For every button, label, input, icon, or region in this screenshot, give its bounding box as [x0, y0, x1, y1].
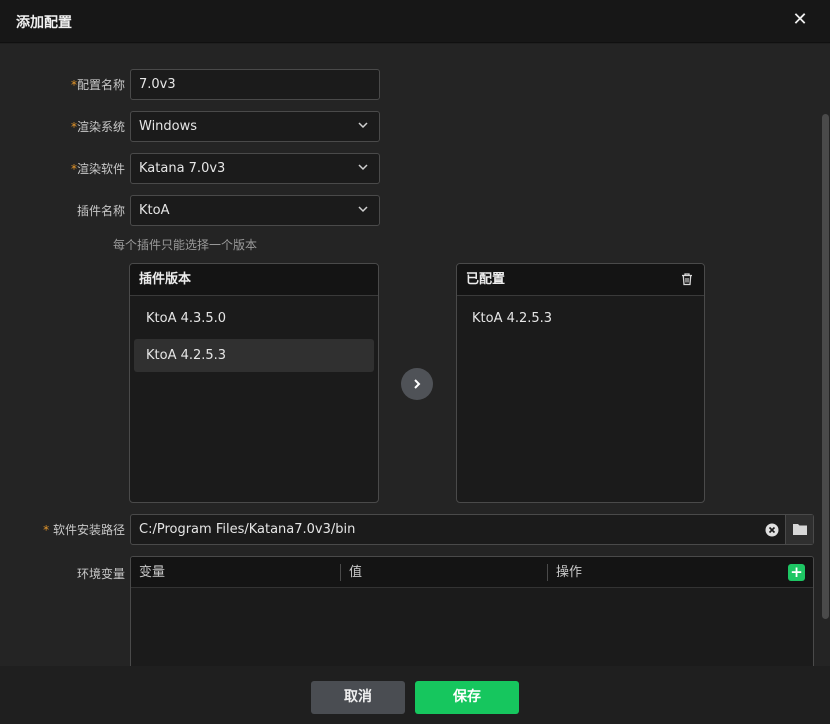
install-path-label: * 软件安装路径: [43, 523, 125, 537]
plugin-name-value: KtoA: [139, 203, 170, 218]
column-header-actions: 操作: [556, 565, 583, 580]
env-vars-table: 变量 值 操作 +: [130, 556, 814, 666]
env-vars-header: 变量 值 操作 +: [131, 557, 813, 588]
cancel-button[interactable]: 取消: [311, 681, 405, 714]
plugin-hint: 每个插件只能选择一个版本: [113, 238, 258, 252]
dialog-titlebar: 添加配置 ✕: [0, 0, 830, 43]
render-software-label: *渲染软件: [70, 162, 125, 176]
configured-title: 已配置: [457, 264, 704, 296]
plugin-versions-title: 插件版本: [130, 264, 378, 296]
add-env-var-button[interactable]: +: [788, 564, 805, 581]
chevron-down-icon: [358, 206, 368, 213]
column-divider: [340, 564, 341, 581]
dialog-footer: 取消 保存: [0, 666, 830, 724]
render-system-select[interactable]: Windows: [130, 111, 380, 142]
config-name-label: *配置名称: [70, 78, 125, 92]
folder-icon: [793, 524, 807, 535]
browse-folder-button[interactable]: [785, 515, 813, 544]
render-system-label: *渲染系统: [70, 120, 125, 134]
column-divider: [547, 564, 548, 581]
column-header-variable: 变量: [139, 565, 166, 580]
plugin-name-select[interactable]: KtoA: [130, 195, 380, 226]
plugin-versions-panel: 插件版本 KtoA 4.3.5.0 KtoA 4.2.5.3: [129, 263, 379, 503]
chevron-down-icon: [358, 122, 368, 129]
env-vars-label: 环境变量: [76, 567, 125, 581]
install-path-field[interactable]: C:/Program Files/Katana7.0v3/bin: [130, 514, 814, 545]
close-icon[interactable]: ✕: [790, 10, 810, 30]
column-header-value: 值: [349, 565, 363, 580]
dialog-title: 添加配置: [16, 15, 72, 31]
render-system-value: Windows: [139, 119, 198, 134]
render-software-value: Katana 7.0v3: [139, 161, 226, 176]
configured-item[interactable]: KtoA 4.2.5.3: [460, 302, 700, 335]
trash-icon[interactable]: [680, 272, 694, 286]
save-button[interactable]: 保存: [415, 681, 519, 714]
plugin-name-label: 插件名称: [76, 204, 125, 218]
dialog-body[interactable]: *配置名称 *渲染系统 Windows *渲染软件 Katana 7.0v3 插…: [0, 44, 830, 666]
scrollbar[interactable]: [822, 114, 829, 619]
transfer-right-button[interactable]: [401, 368, 433, 400]
plugin-version-item[interactable]: KtoA 4.3.5.0: [134, 302, 374, 335]
clear-icon[interactable]: [765, 523, 779, 537]
config-name-field[interactable]: [130, 69, 380, 100]
install-path-value: C:/Program Files/Katana7.0v3/bin: [139, 522, 356, 537]
chevron-right-icon: [414, 379, 421, 389]
chevron-down-icon: [358, 164, 368, 171]
render-software-select[interactable]: Katana 7.0v3: [130, 153, 380, 184]
plugin-version-item-selected[interactable]: KtoA 4.2.5.3: [134, 339, 374, 372]
configured-panel: 已配置 KtoA 4.2.5.3: [456, 263, 705, 503]
required-marker: *: [43, 523, 53, 537]
config-name-input[interactable]: [139, 70, 379, 99]
configured-title-text: 已配置: [466, 272, 506, 287]
